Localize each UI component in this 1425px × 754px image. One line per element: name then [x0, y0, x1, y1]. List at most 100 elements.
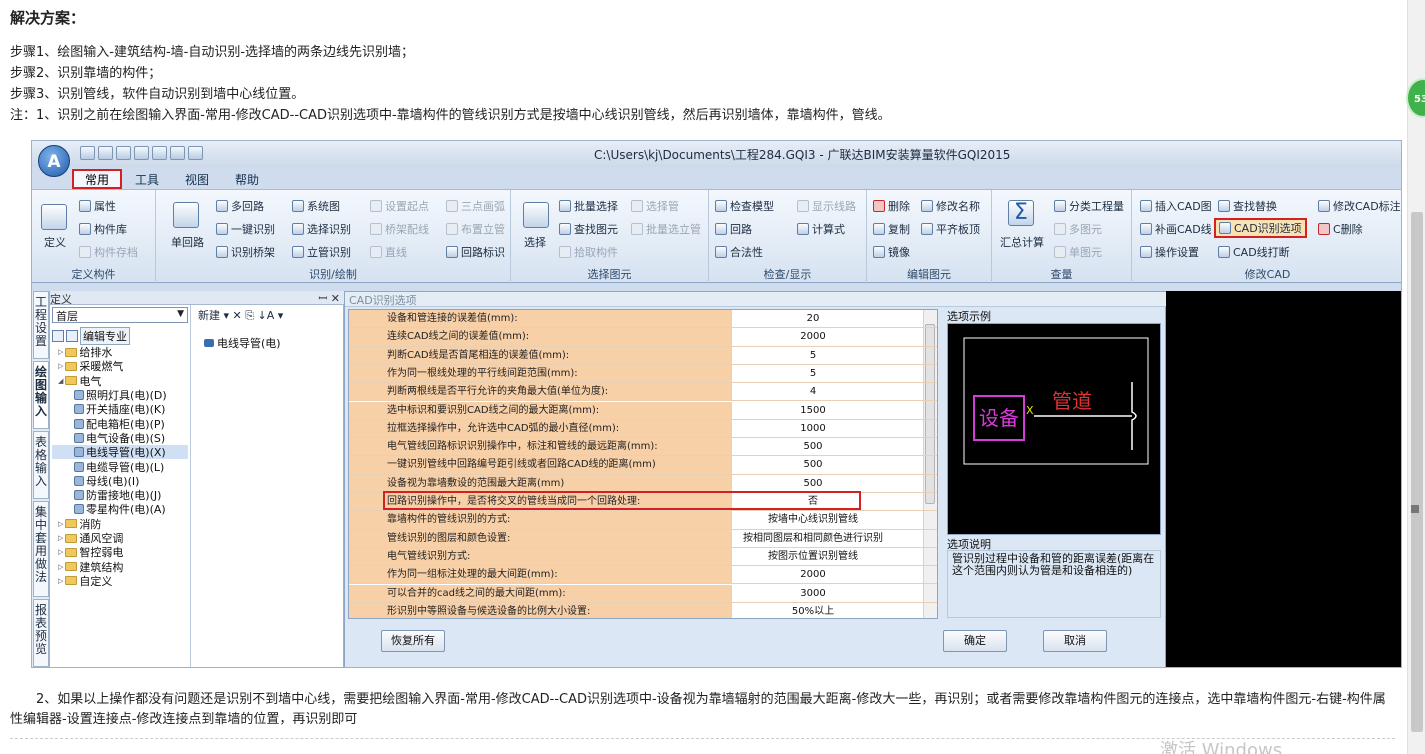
- validity-button[interactable]: 合法性: [715, 244, 763, 260]
- multi-element-button[interactable]: 多图元: [1054, 221, 1102, 237]
- calculate-button[interactable]: 汇总计算: [1000, 234, 1044, 250]
- option-value[interactable]: 1500: [731, 401, 894, 419]
- pick-component-button[interactable]: 拾取构件: [559, 244, 618, 260]
- expander-icon[interactable]: ▷: [58, 577, 63, 585]
- tree-item[interactable]: 母线(电)(I): [52, 474, 188, 488]
- ok-button[interactable]: 确定: [943, 630, 1007, 652]
- option-value[interactable]: 500: [731, 474, 894, 492]
- edit-cad-annotation-button[interactable]: 修改CAD标注: [1318, 198, 1401, 214]
- component-archive-button[interactable]: 构件存档: [79, 244, 138, 260]
- expand-all-icon[interactable]: [52, 330, 64, 342]
- expander-icon[interactable]: ▷: [58, 563, 63, 571]
- option-row[interactable]: 管线识别的图层和颜色设置: 按相同图层和相同颜色进行识别: [349, 529, 937, 548]
- select-pipe-button[interactable]: 选择管: [631, 198, 679, 214]
- option-row[interactable]: 判断CAD线是否首尾相连的误差值(mm): 5: [349, 346, 937, 365]
- option-row[interactable]: 一键识别管线中回路编号距引线或者回路CAD线的距离(mm) 500: [349, 456, 937, 475]
- expander-icon[interactable]: ▷: [58, 548, 63, 556]
- tree-item[interactable]: 电线导管(电)(X): [52, 445, 188, 460]
- option-value[interactable]: 500: [731, 456, 894, 474]
- cancel-button[interactable]: 取消: [1043, 630, 1107, 652]
- tree-item[interactable]: ▷ 给排水: [52, 345, 188, 359]
- option-value[interactable]: 2000: [731, 566, 894, 584]
- riser-recognize-button[interactable]: 立管识别: [292, 244, 351, 260]
- expander-icon[interactable]: ▷: [58, 348, 63, 356]
- expander-icon[interactable]: ◢: [58, 377, 63, 385]
- component-list-item[interactable]: 电线导管(电): [204, 335, 281, 351]
- pin-close-icon[interactable]: ꟷ ✕: [318, 291, 340, 306]
- delete-button[interactable]: 删除: [873, 198, 910, 214]
- tree-item[interactable]: 开关插座(电)(K): [52, 402, 188, 416]
- rename-button[interactable]: 修改名称: [921, 198, 980, 214]
- option-value[interactable]: 20: [731, 310, 894, 328]
- find-element-button[interactable]: 查找图元: [559, 221, 618, 237]
- redo-icon[interactable]: [170, 146, 185, 160]
- recognize-bridge-button[interactable]: 识别桥架: [216, 244, 275, 260]
- edit-discipline-button[interactable]: 编辑专业: [80, 327, 130, 345]
- option-value[interactable]: 按相同图层和相同颜色进行识别: [731, 529, 894, 547]
- component-library-button[interactable]: 构件库: [79, 221, 127, 237]
- place-riser-button[interactable]: 布置立管: [446, 221, 505, 237]
- option-value[interactable]: 50%以上: [731, 602, 894, 618]
- option-value[interactable]: 1000: [731, 419, 894, 438]
- tree-item[interactable]: 电缆导管(电)(L): [52, 459, 188, 474]
- loop-button[interactable]: 回路: [715, 221, 752, 237]
- undo-icon[interactable]: [152, 146, 167, 160]
- set-start-button[interactable]: 设置起点: [370, 198, 429, 214]
- select-button[interactable]: 选择: [524, 234, 546, 250]
- batch-select-riser-button[interactable]: 批量选立管: [631, 221, 701, 237]
- c-delete-button[interactable]: C删除: [1318, 221, 1363, 237]
- vtab-project-settings[interactable]: 工程设置: [33, 291, 49, 359]
- option-value[interactable]: 5: [731, 346, 894, 364]
- tree-item[interactable]: 防雷接地(电)(J): [52, 488, 188, 502]
- insert-cad-button[interactable]: 插入CAD图: [1140, 198, 1212, 214]
- system-diagram-button[interactable]: 系统图: [292, 198, 340, 214]
- vtab-batch-method[interactable]: 集中套用做法: [33, 501, 49, 597]
- line-button[interactable]: 直线: [370, 244, 407, 260]
- one-key-recognize-button[interactable]: 一键识别: [216, 221, 275, 237]
- formula-button[interactable]: 计算式: [797, 221, 845, 237]
- collapse-all-icon[interactable]: [66, 330, 78, 342]
- tree-item[interactable]: ▷ 消防: [52, 517, 188, 531]
- find-replace-button[interactable]: 查找替换: [1218, 198, 1277, 214]
- option-value[interactable]: 5: [731, 364, 894, 383]
- customize-icon[interactable]: [188, 146, 203, 160]
- option-row[interactable]: 电气管线识别方式: 按图示位置识别管线: [349, 547, 937, 567]
- app-menu-button[interactable]: A: [38, 145, 70, 177]
- option-row[interactable]: 靠墙构件的管线识别的方式: 按墙中心线识别管线: [349, 511, 937, 530]
- tree-item[interactable]: ◢ 电气: [52, 374, 188, 388]
- category-quantity-button[interactable]: 分类工程量: [1054, 198, 1124, 214]
- operation-settings-button[interactable]: 操作设置: [1140, 244, 1199, 260]
- batch-select-button[interactable]: 批量选择: [559, 198, 618, 214]
- cad-line-break-button[interactable]: CAD线打断: [1218, 244, 1290, 260]
- tab-common[interactable]: 常用: [72, 169, 123, 189]
- loop-mark-button[interactable]: 回路标识: [446, 244, 505, 260]
- option-value[interactable]: 按墙中心线识别管线: [731, 511, 894, 529]
- option-value[interactable]: 按图示位置识别管线: [731, 547, 894, 566]
- option-value[interactable]: 500: [731, 438, 894, 456]
- page-scroll-thumb[interactable]: [1411, 212, 1423, 732]
- option-row[interactable]: 作为同一根线处理的平行线间距范围(mm): 5: [349, 364, 937, 384]
- tree-item[interactable]: 照明灯具(电)(D): [52, 388, 188, 402]
- tree-item[interactable]: ▷ 采暖燃气: [52, 359, 188, 373]
- tree-item[interactable]: 配电箱柜(电)(P): [52, 416, 188, 431]
- tree-item[interactable]: 零星构件(电)(A): [52, 502, 188, 516]
- expander-icon[interactable]: ▷: [58, 534, 63, 542]
- show-lines-button[interactable]: 显示线路: [797, 198, 856, 214]
- option-row[interactable]: 判断两根线是否平行允许的夹角最大值(单位为度): 4: [349, 383, 937, 402]
- cad-recognize-options-button[interactable]: CAD识别选项: [1214, 218, 1307, 238]
- option-value[interactable]: 2000: [731, 328, 894, 346]
- vtab-table-input[interactable]: 表格输入: [33, 431, 49, 499]
- multi-loop-button[interactable]: 多回路: [216, 198, 264, 214]
- restore-all-button[interactable]: 恢复所有: [381, 630, 445, 652]
- option-row[interactable]: 拉框选择操作中，允许选中CAD弧的最小直径(mm): 1000: [349, 419, 937, 439]
- expander-icon[interactable]: ▷: [58, 520, 63, 528]
- new-file-icon[interactable]: [80, 146, 95, 160]
- vtab-drawing-input[interactable]: 绘图输入: [33, 361, 49, 429]
- copy-button[interactable]: 复制: [873, 221, 910, 237]
- select-recognize-button[interactable]: 选择识别: [292, 221, 351, 237]
- tree-item[interactable]: ▷ 智控弱电: [52, 545, 188, 559]
- tab-tools[interactable]: 工具: [122, 169, 172, 189]
- tab-view[interactable]: 视图: [172, 169, 222, 189]
- three-point-arc-button[interactable]: 三点画弧: [446, 198, 505, 214]
- option-value[interactable]: 3000: [731, 584, 894, 602]
